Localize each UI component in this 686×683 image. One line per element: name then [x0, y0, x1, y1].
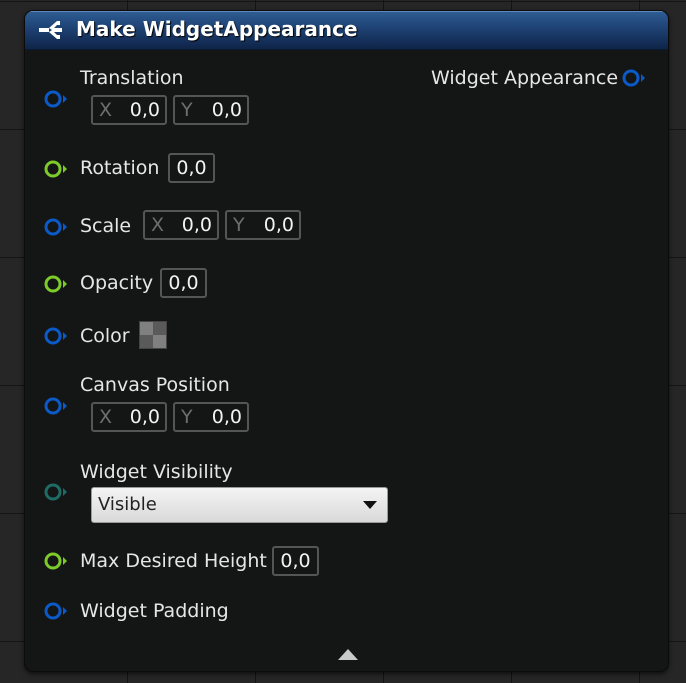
translation-x-field[interactable]: X 0,0 — [91, 95, 167, 125]
scale-y-value: 0,0 — [263, 214, 294, 236]
pin-rotation[interactable] — [44, 159, 68, 179]
translation-y-field[interactable]: Y 0,0 — [173, 95, 249, 125]
canvas-position-x-field[interactable]: X 0,0 — [91, 402, 167, 432]
widget-visibility-selected: Visible — [98, 494, 157, 515]
pin-scale[interactable] — [44, 217, 68, 237]
scale-x-value: 0,0 — [181, 214, 212, 236]
scale-y-field[interactable]: Y 0,0 — [225, 210, 301, 240]
opacity-value: 0,0 — [168, 272, 199, 294]
pin-widget-padding[interactable] — [44, 601, 68, 621]
translation-label: Translation — [80, 67, 184, 89]
opacity-label: Opacity — [80, 272, 154, 294]
widget-padding-label: Widget Padding — [80, 600, 229, 622]
x-axis-label: X — [151, 214, 165, 236]
max-desired-height-label: Max Desired Height — [80, 550, 267, 572]
x-axis-label: X — [99, 406, 113, 428]
max-desired-height-value: 0,0 — [280, 550, 311, 572]
header-highlight — [25, 11, 668, 12]
y-axis-label: Y — [233, 214, 245, 236]
x-axis-label: X — [99, 99, 113, 121]
translation-x-value: 0,0 — [129, 99, 160, 121]
node-title: Make WidgetAppearance — [76, 17, 358, 41]
output-pin-widget-appearance[interactable] — [622, 68, 646, 88]
color-swatch[interactable] — [139, 321, 167, 349]
node-header[interactable]: Make WidgetAppearance — [25, 11, 668, 50]
pin-opacity[interactable] — [44, 274, 68, 294]
pin-color[interactable] — [44, 326, 68, 346]
rotation-label: Rotation — [80, 157, 160, 179]
scale-label: Scale — [80, 215, 132, 237]
color-label: Color — [80, 325, 130, 347]
canvas-position-label: Canvas Position — [80, 374, 230, 396]
max-desired-height-field[interactable]: 0,0 — [272, 546, 319, 576]
canvas-position-y-value: 0,0 — [211, 406, 242, 428]
y-axis-label: Y — [181, 406, 193, 428]
pin-max-desired-height[interactable] — [44, 551, 68, 571]
make-widget-appearance-node[interactable]: Make WidgetAppearance Widget Appearance … — [24, 10, 669, 672]
widget-visibility-label: Widget Visibility — [80, 461, 233, 483]
canvas-position-x-value: 0,0 — [129, 406, 160, 428]
canvas-position-y-field[interactable]: Y 0,0 — [173, 402, 249, 432]
chevron-down-icon — [363, 501, 377, 509]
collapse-arrow-icon[interactable] — [338, 649, 358, 660]
pin-widget-visibility[interactable] — [44, 482, 68, 502]
opacity-field[interactable]: 0,0 — [160, 268, 207, 298]
scale-x-field[interactable]: X 0,0 — [143, 210, 219, 240]
make-struct-icon — [39, 21, 62, 39]
y-axis-label: Y — [181, 99, 193, 121]
widget-visibility-dropdown[interactable]: Visible — [91, 487, 388, 523]
output-pin-label: Widget Appearance — [431, 67, 619, 89]
pin-canvas-position[interactable] — [44, 396, 68, 416]
rotation-field[interactable]: 0,0 — [168, 153, 215, 183]
translation-y-value: 0,0 — [211, 99, 242, 121]
pin-translation[interactable] — [44, 89, 68, 109]
rotation-value: 0,0 — [176, 157, 207, 179]
